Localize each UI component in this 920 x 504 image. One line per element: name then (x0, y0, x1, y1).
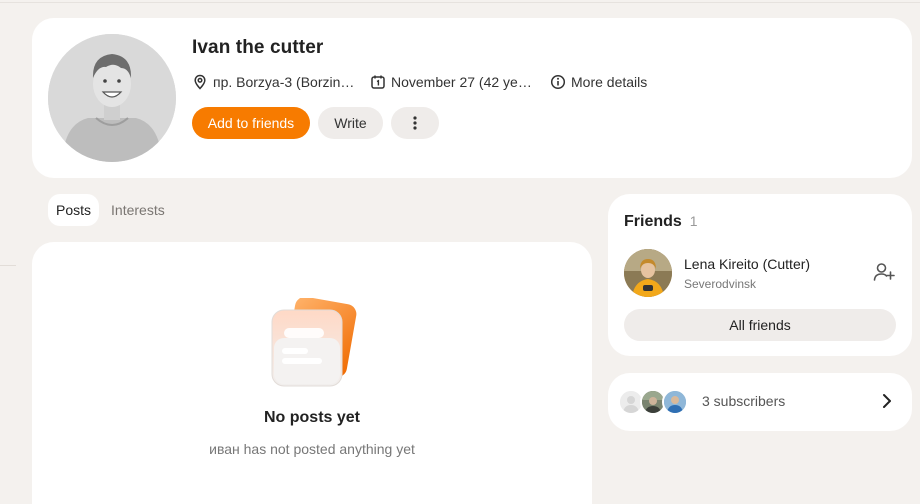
chevron-right-icon (880, 392, 894, 410)
friend-city: Severodvinsk (684, 277, 757, 291)
friend-avatar[interactable] (624, 249, 672, 297)
subscribers-count: 3 subscribers (702, 393, 786, 409)
profile-birthday: November 27 (42 years) (370, 74, 550, 90)
profile-card: Ivan the cutter пр. Borzya-3 (Borzinsky … (32, 18, 912, 178)
more-details-label: More details (571, 74, 648, 90)
profile-actions: Add to friends Write (192, 107, 439, 139)
more-actions-button[interactable] (391, 107, 439, 139)
add-to-friends-button[interactable]: Add to friends (192, 107, 310, 139)
calendar-icon (371, 75, 385, 89)
content-tabs: Posts Interests (48, 194, 173, 226)
profile-avatar[interactable] (48, 34, 176, 162)
empty-posts-subtitle: иван has not posted anything yet (209, 441, 415, 457)
more-vertical-icon (413, 116, 417, 130)
add-friend-icon[interactable] (872, 260, 896, 284)
birthday-text: November 27 (42 years) (391, 74, 533, 90)
top-divider (0, 2, 920, 3)
tab-posts[interactable]: Posts (48, 194, 100, 226)
profile-location: пр. Borzya-3 (Borzinsky district) (192, 74, 362, 90)
subscribers-card[interactable]: 3 subscribers (608, 373, 912, 431)
write-button[interactable]: Write (318, 107, 383, 139)
all-friends-button[interactable]: All friends (624, 309, 896, 341)
location-text: пр. Borzya-3 (Borzinsky district) (213, 74, 356, 90)
friends-heading[interactable]: Friends 1 (624, 213, 698, 231)
posts-feed: No posts yet иван has not posted anythin… (32, 242, 592, 504)
profile-name: Ivan the cutter (192, 37, 324, 58)
side-divider (0, 265, 16, 266)
empty-posts-illustration (266, 296, 358, 394)
profile-meta: пр. Borzya-3 (Borzinsky district) Novemb… (192, 72, 647, 92)
location-pin-icon (194, 74, 206, 90)
subscriber-avatar (662, 389, 688, 415)
friend-name[interactable]: Lena Kireito (Cutter) (684, 256, 810, 272)
subscriber-avatars (618, 389, 698, 415)
empty-posts-title: No posts yet (263, 409, 360, 426)
friends-count: 1 (689, 213, 698, 229)
friends-card: Friends 1 Lena Kireito (Cutter) Severodv… (608, 194, 912, 356)
tab-interests[interactable]: Interests (103, 194, 173, 226)
more-details-link[interactable]: More details (550, 74, 647, 90)
friends-title: Friends (624, 213, 682, 230)
info-icon (550, 74, 566, 90)
